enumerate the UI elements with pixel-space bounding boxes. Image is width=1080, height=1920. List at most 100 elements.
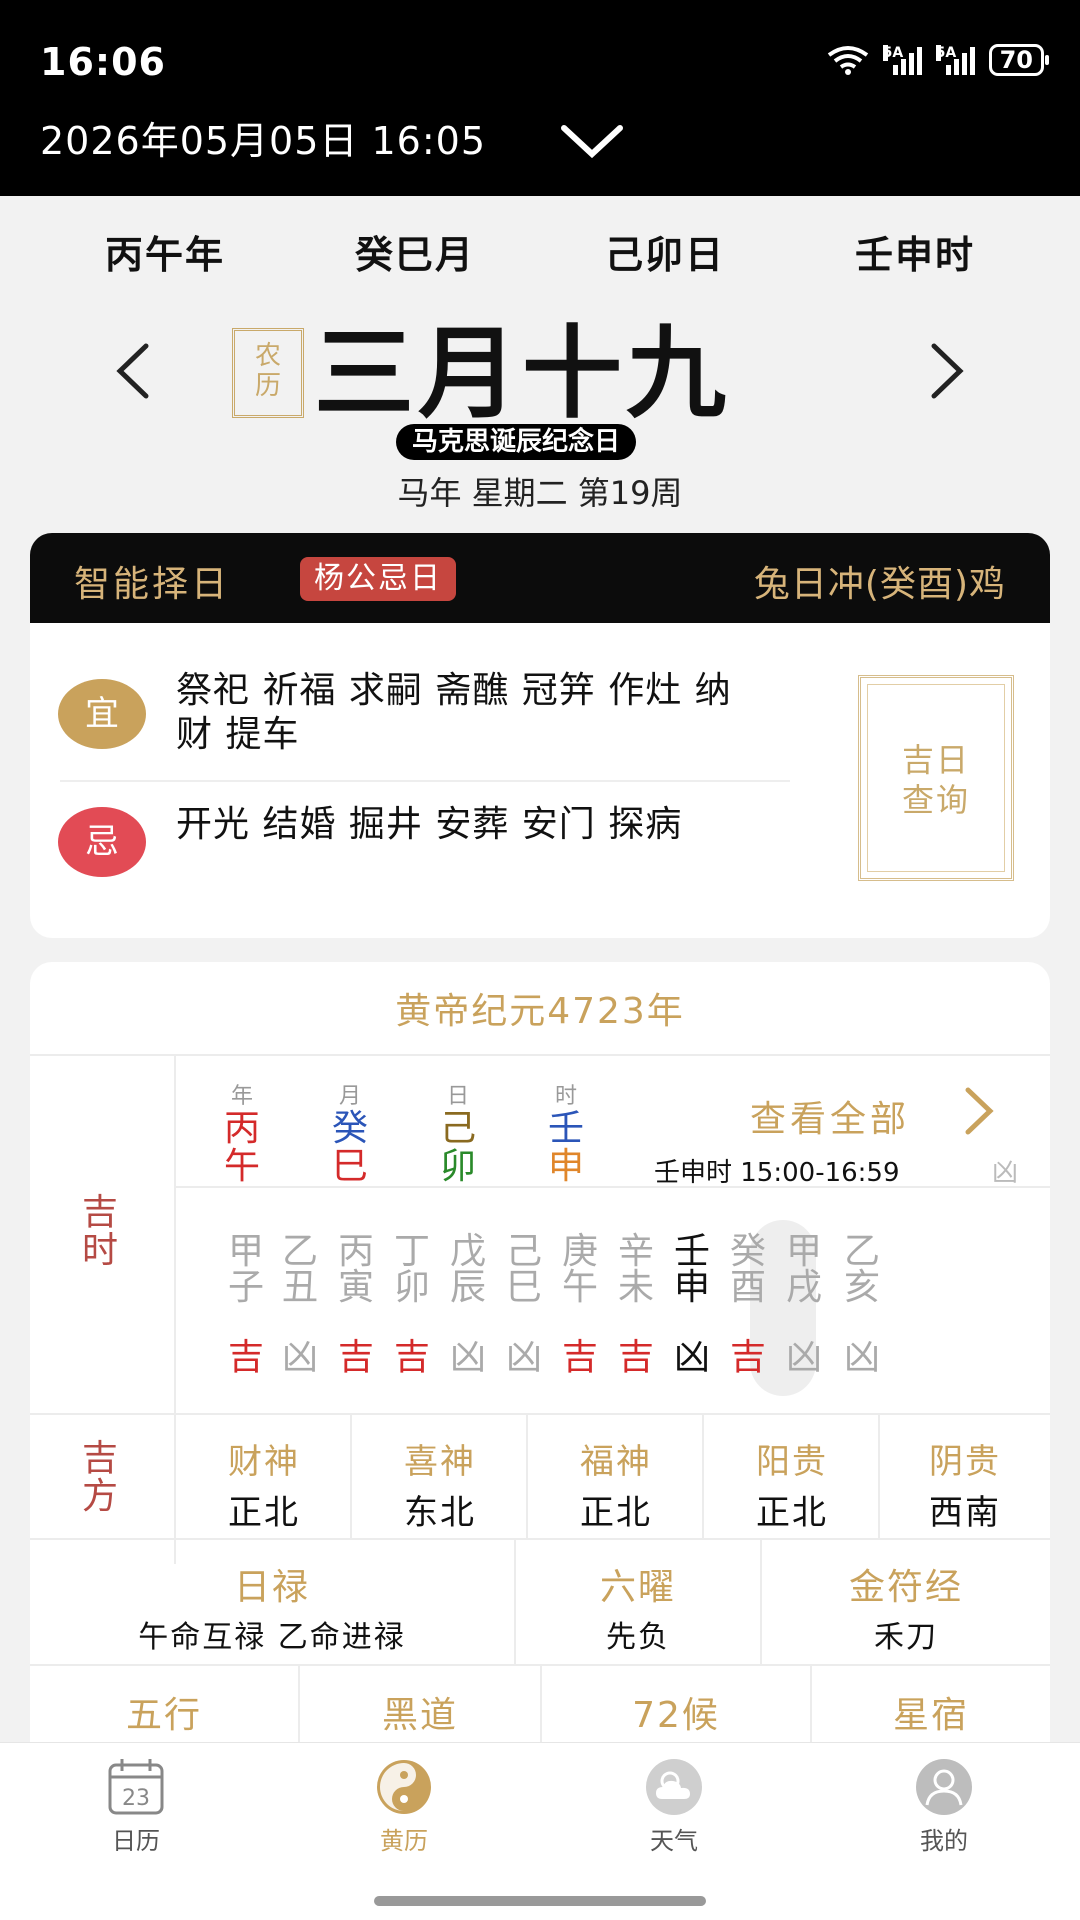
hour-cell[interactable]: 己巳凶 <box>494 1234 554 1380</box>
hour-cell[interactable]: 癸酉吉 <box>718 1234 778 1380</box>
pillar-gan: 癸 <box>331 1108 368 1149</box>
72hou-cell: 72候 <box>542 1686 810 1738</box>
xingxiu-cell: 星宿 <box>812 1686 1050 1738</box>
pillar-day: 日 己 卯 <box>428 1078 488 1186</box>
calendar-icon-day: 23 <box>122 1786 150 1811</box>
lucky-day-query-label: 吉日 查询 <box>861 740 1011 820</box>
status-time: 16:06 <box>40 40 166 84</box>
tab-calendar[interactable]: 23 日历 <box>76 1757 196 1856</box>
tab-label: 天气 <box>650 1827 698 1855</box>
hour-zhi: 午 <box>561 1267 598 1308</box>
selected-datetime[interactable]: 2026年05月05日 16:05 <box>40 110 486 165</box>
hour-luck: 吉 <box>617 1337 654 1378</box>
hour-luck: 吉 <box>393 1337 430 1378</box>
divider <box>30 1413 1050 1415</box>
home-indicator[interactable] <box>374 1896 706 1906</box>
jinfu-cell: 金符经 禾刀 <box>762 1558 1050 1656</box>
hour-cell[interactable]: 辛未吉 <box>606 1234 666 1380</box>
hour-zhi: 申 <box>673 1267 710 1308</box>
direction-value: 正北 <box>580 1493 652 1533</box>
festival-badge: 马克思诞辰纪念日 <box>396 424 637 460</box>
tab-almanac[interactable]: 黄历 <box>344 1757 464 1856</box>
chevron-down-icon[interactable] <box>560 118 624 162</box>
direction-value: 东北 <box>404 1493 476 1533</box>
yi-text: 祭祀 祈福 求嗣 斋醮 冠笄 作灶 纳财 提车 <box>176 670 732 755</box>
pillar-gan: 壬 <box>547 1108 584 1149</box>
next-day-button[interactable] <box>922 340 972 402</box>
hour-gan: 戊 <box>449 1231 486 1272</box>
hour-gan: 庚 <box>561 1231 598 1272</box>
pillar-head: 时 <box>554 1084 577 1109</box>
weather-icon <box>646 1759 702 1815</box>
zeri-title[interactable]: 智能择日 <box>74 555 230 607</box>
lucky-day-query-button[interactable]: 吉日 查询 <box>858 675 1014 881</box>
jinfu-label: 金符经 <box>848 1567 963 1608</box>
jifang-label-char: 方 <box>81 1476 118 1517</box>
jifang-label: 吉 方 <box>70 1440 130 1516</box>
hour-cell[interactable]: 戊辰凶 <box>438 1234 498 1380</box>
jinfu-value: 禾刀 <box>874 1620 938 1655</box>
tab-profile[interactable]: 我的 <box>884 1757 1004 1856</box>
hour-zhi: 酉 <box>729 1267 766 1308</box>
pillar-zhi: 午 <box>223 1146 260 1187</box>
lunar-date: 三月十九 <box>314 315 730 432</box>
rilu-label: 日禄 <box>233 1567 310 1608</box>
hour-cell[interactable]: 丁卯吉 <box>382 1234 442 1380</box>
lucky-day-query-line: 吉日 <box>901 741 970 779</box>
battery-icon: 70 <box>988 44 1050 76</box>
hour-cell[interactable]: 甲子吉 <box>216 1234 276 1380</box>
tab-weather[interactable]: 天气 <box>614 1757 734 1856</box>
hour-luck: 凶 <box>673 1337 710 1378</box>
network-type-label: 5A <box>935 45 957 61</box>
status-icons: 5A 5A 70 <box>827 44 1050 76</box>
liuyao-cell: 六曜 先负 <box>516 1558 760 1656</box>
hour-cell[interactable]: 庚午吉 <box>550 1234 610 1380</box>
hour-gan: 乙 <box>843 1231 880 1272</box>
wuxing-cell: 五行 <box>30 1686 298 1738</box>
xingxiu-label: 星宿 <box>892 1695 969 1736</box>
direction-fushen: 福神 正北 <box>528 1434 704 1534</box>
hour-gan: 甲 <box>785 1231 822 1272</box>
current-shichen-time: 壬申时 15:00-16:59 <box>654 1158 900 1188</box>
chevron-right-icon[interactable] <box>960 1086 996 1136</box>
hour-cell[interactable]: 丙寅吉 <box>326 1234 386 1380</box>
hour-luck: 吉 <box>227 1337 264 1378</box>
hour-cell[interactable]: 甲戌凶 <box>774 1234 834 1380</box>
pillar-head: 年 <box>230 1084 253 1109</box>
hour-cell-current[interactable]: 壬申凶 <box>662 1234 722 1380</box>
pillar-gan: 己 <box>439 1108 476 1149</box>
hour-luck: 凶 <box>449 1337 486 1378</box>
direction-label: 福神 <box>580 1442 652 1482</box>
hour-cell[interactable]: 乙亥凶 <box>832 1234 892 1380</box>
week-info: 马年 星期二 第19周 <box>397 474 683 512</box>
ji-text: 开光 结婚 掘井 安葬 安门 探病 <box>176 804 683 845</box>
hour-zhi: 寅 <box>337 1267 374 1308</box>
hour-luck: 凶 <box>281 1337 318 1378</box>
hour-gan: 壬 <box>673 1231 710 1272</box>
ji-badge: 忌 <box>58 807 146 877</box>
ganzhi-year: 丙午年 <box>104 233 225 277</box>
ganzhi-month: 癸巳月 <box>354 233 475 277</box>
wifi-icon <box>827 46 868 75</box>
hour-gan: 丁 <box>393 1231 430 1272</box>
view-all-link[interactable]: 查看全部 <box>750 1090 910 1142</box>
zeri-header[interactable]: 智能择日 杨公忌日 兔日冲(癸酉)鸡 <box>30 533 1050 623</box>
previous-day-button[interactable] <box>108 340 158 402</box>
hour-zhi: 戌 <box>785 1267 822 1308</box>
hour-luck: 凶 <box>843 1337 880 1378</box>
pillar-hour: 时 壬 申 <box>536 1078 596 1186</box>
yi-badge: 宜 <box>58 679 146 749</box>
direction-value: 正北 <box>228 1493 300 1533</box>
divider <box>176 1186 1050 1188</box>
hour-cell[interactable]: 乙丑凶 <box>270 1234 330 1380</box>
hour-zhi: 辰 <box>449 1267 486 1308</box>
day-clash-text: 兔日冲(癸酉)鸡 <box>753 564 1006 605</box>
hour-luck: 吉 <box>337 1337 374 1378</box>
direction-xishen: 喜神 东北 <box>352 1434 528 1534</box>
jishi-label: 吉 时 <box>70 1194 130 1270</box>
pillar-month: 月 癸 巳 <box>320 1078 380 1186</box>
liuyao-label: 六曜 <box>599 1567 676 1608</box>
hour-gan: 乙 <box>281 1231 318 1272</box>
pillar-year: 年 丙 午 <box>212 1078 272 1186</box>
hour-zhi: 未 <box>617 1267 654 1308</box>
